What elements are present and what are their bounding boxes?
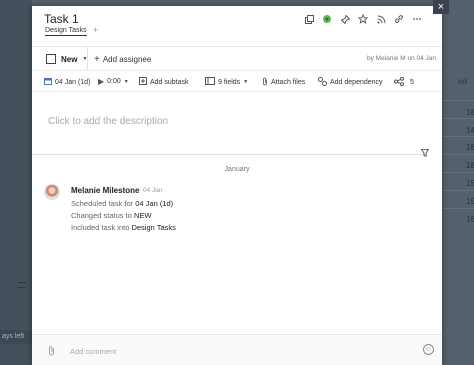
background-number: 15 [466,197,474,206]
dependency-icon [318,77,327,88]
background-divider [442,208,474,209]
activity-text: Included task into [71,223,132,232]
chevron-down-icon: ▼ [123,78,129,85]
background-number: 14 [466,126,474,135]
pin-green-icon[interactable] [322,14,332,24]
folder-tag[interactable]: Design Tasks [45,27,87,36]
background-right-label: ed [458,77,467,86]
attach-files-label: Attach files [271,79,306,86]
activity-line: Scheduled task for 04 Jan (1d) [71,199,173,208]
share-icon [394,76,404,88]
add-tag-button[interactable]: + [93,25,98,35]
task-toolbar: 04 Jan (1d) ▶ 0:00 ▼ Add subtask 9 field… [32,70,442,92]
activity-text: Scheduled task for [71,199,136,208]
background-divider [442,154,474,155]
background-number: 18 [466,108,474,117]
menu-icon [18,282,26,288]
background-divider [442,118,474,119]
pin-icon[interactable] [340,14,350,24]
share-count: 5 [410,79,414,86]
subtask-icon [139,77,147,87]
activity-text: Changed status to [71,211,134,220]
task-header: Task 1 Design Tasks + [32,6,442,44]
date-label: 04 Jan (1d) [55,78,91,86]
add-assignee-label: Add assignee [102,55,152,64]
background-number: 15 [466,179,474,188]
copy-icon[interactable] [304,14,314,24]
attach-files-button[interactable]: Attach files [262,77,305,88]
timer-button[interactable]: ▶ 0:00 ▼ [98,77,129,86]
divider [87,47,88,71]
close-button[interactable]: × [433,0,449,14]
date-button[interactable]: 04 Jan (1d) [44,77,90,87]
rss-icon[interactable] [376,14,386,24]
background-left-panel [0,0,32,365]
calendar-icon [44,77,52,87]
chevron-down-icon: ▼ [243,79,249,85]
description-input[interactable]: Click to add the description [48,116,168,127]
status-dropdown[interactable]: New ▼ [46,52,87,66]
background-divider [442,172,474,173]
header-actions [304,14,422,24]
background-divider [442,100,474,101]
star-icon[interactable] [358,14,368,24]
activity-value: 04 Jan (1d) [135,199,174,208]
add-dependency-button[interactable]: Add dependency [318,77,383,88]
task-title[interactable]: Task 1 [44,12,79,26]
fields-label: 9 fields [218,78,241,86]
status-label: New [61,54,78,64]
play-icon: ▶ [98,77,105,86]
timer-label: 0:00 [107,78,121,85]
filter-icon[interactable] [420,149,430,159]
plus-icon: + [94,54,100,65]
comment-input[interactable]: Add comment [70,347,116,356]
emoji-icon[interactable]: ☺ [423,344,434,355]
avatar[interactable] [44,184,60,200]
background-divider [442,190,474,191]
background-left-status: ays left [0,330,32,344]
background-number: 18 [466,143,474,152]
share-button[interactable]: 5 [394,76,414,88]
task-modal: Task 1 Design Tasks + New ▼ + Add assign… [32,6,442,365]
activity-line: Included task into Design Tasks [71,223,176,232]
comment-bar: Add comment ☺ [32,334,442,365]
add-dependency-label: Add dependency [330,79,383,86]
activity-value: Design Tasks [131,223,176,232]
paperclip-icon [262,77,268,88]
description-divider [32,154,428,155]
activity-month: January [224,166,250,173]
add-subtask-button[interactable]: Add subtask [139,77,189,87]
add-subtask-label: Add subtask [150,78,189,86]
add-assignee-button[interactable]: + Add assignee [94,54,151,65]
fields-icon [205,77,215,87]
activity-date: 04 Jan [143,187,163,194]
activity-author[interactable]: Melanie Milestone [71,186,139,195]
background-number: 18 [466,161,474,170]
attach-comment-icon[interactable] [48,345,55,359]
activity-value: NEW [133,211,152,220]
link-icon[interactable] [394,14,404,24]
status-row: New ▼ + Add assignee by Melanie M on 04 J… [32,46,442,71]
fields-button[interactable]: 9 fields ▼ [205,77,248,87]
background-number: 16 [466,215,474,224]
complete-checkbox[interactable] [46,54,56,64]
author-byline: by Melanie M on 04 Jan [366,55,436,62]
more-icon[interactable] [412,14,422,24]
activity-line: Changed status to NEW [71,211,151,220]
background-divider [442,136,474,137]
